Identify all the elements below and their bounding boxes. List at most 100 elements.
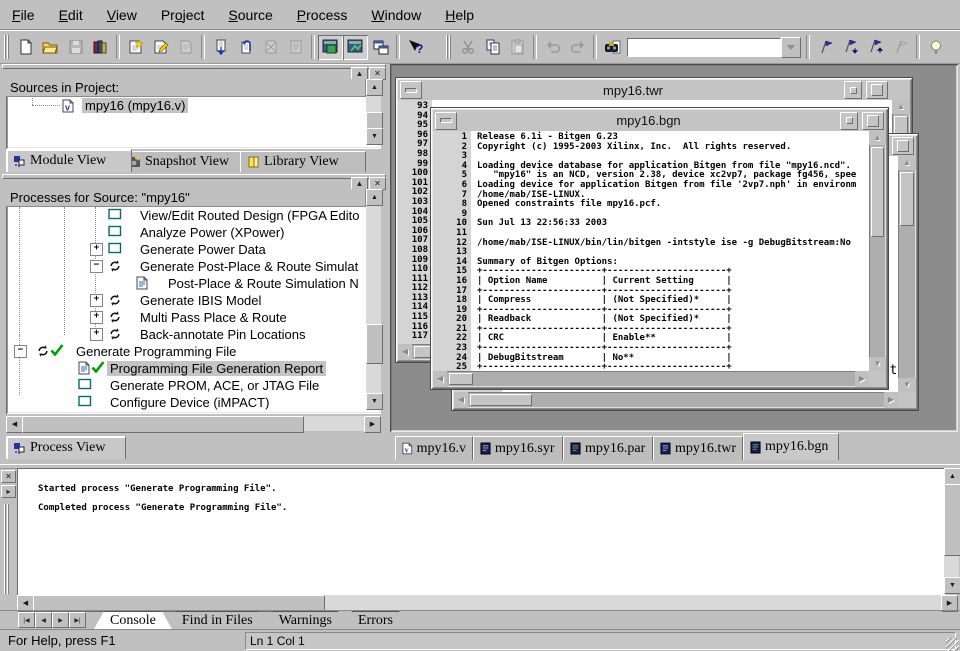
process-row[interactable]: Configure Device (iMPACT)	[6, 394, 366, 411]
scroll-thumb[interactable]	[449, 373, 473, 385]
process-row[interactable]: + Multi Pass Place & Route	[6, 309, 366, 326]
bookmark-flag-1-button[interactable]	[813, 34, 838, 60]
scroll-left-button[interactable]: ◀	[6, 416, 23, 433]
find-in-files-button[interactable]	[600, 34, 625, 60]
view-source-button[interactable]	[173, 34, 198, 60]
sources-scrollbar[interactable]: ▲ ▼	[366, 79, 383, 145]
expand-plus-icon[interactable]: +	[90, 328, 103, 341]
menu-edit[interactable]: Edit	[47, 0, 95, 29]
tab-snapshot-view[interactable]: Snapshot View	[120, 151, 252, 172]
process-row[interactable]: + Generate Power Data	[6, 241, 366, 258]
window-menu-button[interactable]	[435, 111, 457, 130]
tab-scroll-prev-button[interactable]: ◀	[35, 612, 52, 628]
menu-help[interactable]: Help	[433, 0, 486, 29]
bgn-hscrollbar[interactable]: ◀ ▶	[433, 371, 869, 387]
pane-close-button[interactable]: ✕	[1, 470, 16, 483]
pane-drag-handle[interactable]	[4, 504, 9, 594]
menu-process[interactable]: Process	[285, 0, 360, 29]
doc-tab-mpy16-syr[interactable]: mpy16.syr	[473, 436, 563, 460]
console-vscrollbar[interactable]: ▲ ▼	[944, 468, 960, 594]
resize-grip[interactable]	[946, 638, 959, 651]
expand-plus-icon[interactable]: +	[90, 243, 103, 256]
bgn-report-text[interactable]: Release 6.1i - Bitgen G.23 Copyright (c)…	[471, 131, 869, 371]
bookmark-flag-3-button[interactable]	[863, 34, 888, 60]
toolbar-drag-handle[interactable]	[4, 35, 11, 59]
tip-button[interactable]	[923, 34, 948, 60]
window-toggle-a-button[interactable]	[318, 34, 343, 60]
process-row[interactable]: + Back-annotate Pin Locations	[6, 326, 366, 343]
tab-find-in-files[interactable]: Find in Files	[166, 611, 269, 629]
par-vscrollbar[interactable]: ▲ ▼	[898, 156, 916, 392]
scroll-left-button[interactable]: ◀	[398, 344, 412, 360]
minimize-button[interactable]	[840, 111, 858, 130]
bookmark-flag-2-button[interactable]	[838, 34, 863, 60]
open-folder-button[interactable]	[38, 34, 63, 60]
tab-warnings[interactable]: Warnings	[263, 611, 348, 629]
process-row[interactable]: Generate PROM, ACE, or JTAG File	[6, 377, 366, 394]
maximize-button[interactable]	[866, 81, 888, 99]
tab-library-view[interactable]: Library View	[240, 151, 366, 172]
pane-expand-button[interactable]: ▸	[1, 485, 16, 498]
console-hscrollbar[interactable]: ◀ ▶	[17, 595, 958, 612]
search-dropdown-button[interactable]	[781, 36, 801, 58]
scroll-left-button[interactable]: ◀	[433, 371, 447, 387]
scroll-down-button[interactable]: ▼	[869, 357, 886, 371]
scroll-thumb[interactable]	[22, 416, 304, 433]
bgn-vscrollbar[interactable]: ▲ ▼	[869, 131, 886, 371]
open-project-button[interactable]	[88, 34, 113, 60]
scroll-down-button[interactable]: ▼	[944, 577, 960, 594]
context-help-button[interactable]: ?	[403, 34, 428, 60]
scroll-down-button[interactable]: ▼	[366, 393, 383, 410]
tab-scroll-first-button[interactable]: |◀	[18, 612, 35, 628]
search-input[interactable]	[627, 37, 781, 57]
toolbar-drag-handle[interactable]	[446, 35, 453, 59]
minimize-button[interactable]	[844, 81, 862, 99]
scroll-thumb[interactable]	[944, 484, 960, 556]
scroll-up-button[interactable]: ▲	[898, 156, 916, 170]
scroll-down-button[interactable]: ▼	[366, 128, 383, 145]
menu-view[interactable]: View	[95, 0, 149, 29]
doc-tab-mpy16-v[interactable]: mpy16.v	[395, 436, 473, 460]
tab-process-view[interactable]: Process View	[6, 436, 126, 459]
process-row[interactable]: − Generate Post-Place & Route Simulat	[6, 258, 366, 275]
tab-console[interactable]: Console	[94, 611, 172, 629]
tab-scroll-next-button[interactable]: ▶	[52, 612, 69, 628]
doc-tab-mpy16-bgn[interactable]: mpy16.bgn	[743, 433, 839, 460]
doc-refresh-button[interactable]	[233, 34, 258, 60]
processes-vscrollbar[interactable]: ▲ ▼	[366, 189, 383, 410]
cascade-windows-button[interactable]	[368, 34, 393, 60]
scroll-up-button[interactable]: ▲	[892, 100, 910, 114]
par-hscrollbar[interactable]: ◀ ▶	[454, 392, 898, 408]
menu-window[interactable]: Window	[359, 0, 433, 29]
new-document-button[interactable]	[13, 34, 38, 60]
paste-button[interactable]	[505, 34, 530, 60]
edit-source-button[interactable]	[148, 34, 173, 60]
doc-disabled-a-button[interactable]	[258, 34, 283, 60]
doc-tab-mpy16-par[interactable]: mpy16.par	[563, 436, 653, 460]
menu-project[interactable]: Project	[149, 0, 217, 29]
save-button[interactable]	[63, 34, 88, 60]
new-source-button[interactable]	[123, 34, 148, 60]
scroll-right-button[interactable]: ▶	[855, 371, 869, 387]
twr-titlebar[interactable]: mpy16.twr	[398, 80, 910, 101]
sources-pane-grip[interactable]	[2, 64, 386, 69]
scroll-left-button[interactable]: ◀	[454, 392, 468, 408]
scroll-down-button[interactable]: ▼	[898, 378, 916, 392]
process-row[interactable]: + Generate IBIS Model	[6, 292, 366, 309]
process-row[interactable]: Post-Place & Route Simulation N	[6, 275, 366, 292]
process-row[interactable]: − Generate Programming File	[6, 343, 366, 360]
scroll-up-button[interactable]: ▲	[366, 79, 383, 96]
collapse-minus-icon[interactable]: −	[90, 260, 103, 273]
tab-scroll-last-button[interactable]: ▶|	[69, 612, 86, 628]
redo-button[interactable]	[565, 34, 590, 60]
process-row-selected[interactable]: Programming File Generation Report	[6, 360, 366, 377]
menu-file[interactable]: File	[0, 0, 47, 29]
scroll-right-button[interactable]: ▶	[364, 416, 381, 433]
window-mpy16-bgn[interactable]: mpy16.bgn 1 2 3 4 5 6 7 8 9 10 11 12 13 …	[430, 107, 889, 390]
processes-pane-grip[interactable]	[2, 174, 386, 179]
menu-source[interactable]: Source	[216, 0, 284, 29]
tab-errors[interactable]: Errors	[342, 611, 409, 629]
scroll-thumb[interactable]	[366, 324, 383, 364]
scroll-thumb[interactable]	[366, 112, 383, 129]
window-menu-button[interactable]	[400, 81, 422, 99]
